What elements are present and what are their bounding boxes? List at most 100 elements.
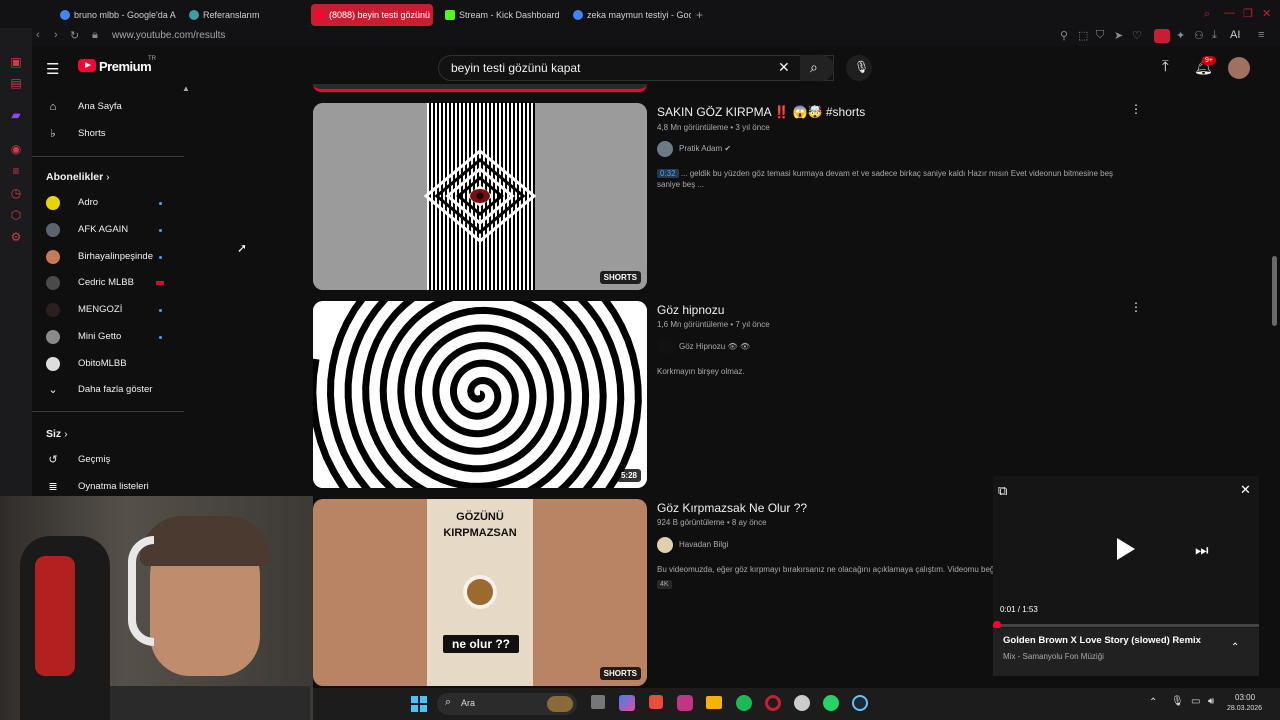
- more-actions-icon[interactable]: ⋮: [1130, 102, 1142, 116]
- player-icon[interactable]: ◉: [9, 142, 23, 156]
- you-section-title[interactable]: Siz ›: [46, 428, 68, 440]
- menu-icon[interactable]: ≡: [1258, 29, 1264, 41]
- next-track-icon[interactable]: ⏭︎: [1195, 542, 1209, 559]
- tray-chevron-icon[interactable]: ⌃: [1149, 697, 1157, 708]
- reload-icon[interactable]: ↻: [70, 29, 79, 42]
- avatar[interactable]: [1228, 57, 1250, 79]
- scroll-up-icon[interactable]: ▲: [182, 84, 190, 93]
- minimize-icon[interactable]: —: [1224, 7, 1235, 19]
- ai-label[interactable]: AI: [1230, 29, 1240, 41]
- pin-icon[interactable]: ⚲: [1060, 29, 1068, 42]
- video-title[interactable]: Göz hipnozu: [657, 303, 724, 317]
- video-thumbnail[interactable]: GÖZÜNÜ KIRPMAZSAN ne olur ?? SHORTS: [313, 499, 647, 686]
- sidebar-item-sub[interactable]: Cedric MLBB: [32, 272, 182, 294]
- opera-taskbar-icon[interactable]: [765, 695, 781, 711]
- file-explorer-icon[interactable]: [706, 696, 722, 709]
- hamburger-icon[interactable]: ☰: [46, 60, 59, 78]
- youtube-logo-icon[interactable]: [78, 59, 96, 72]
- volume-icon[interactable]: 🔊︎: [1208, 696, 1214, 707]
- premium-logo-text[interactable]: Premium: [99, 59, 152, 74]
- whatsapp-icon[interactable]: [823, 695, 839, 711]
- sidebar-item-history[interactable]: ↺ Geçmiş: [32, 449, 182, 471]
- new-tab-plus-icon[interactable]: +: [696, 8, 703, 22]
- url-text[interactable]: www.youtube.com/results: [112, 30, 225, 41]
- box-icon[interactable]: ⬡: [9, 208, 23, 222]
- search-button[interactable]: ⌕: [800, 55, 834, 81]
- snapshot-icon[interactable]: ⬚: [1078, 29, 1088, 42]
- sidebar-item-home[interactable]: ⌂ Ana Sayfa: [32, 96, 182, 118]
- steam-icon[interactable]: [852, 695, 868, 711]
- channel-link[interactable]: Havadan Bilgi: [657, 537, 728, 553]
- spotify-icon[interactable]: [736, 695, 752, 711]
- download-icon[interactable]: ⤓: [1212, 29, 1217, 42]
- windows-start-icon[interactable]: [411, 696, 427, 712]
- clear-search-icon[interactable]: ✕: [778, 59, 790, 76]
- expand-player-icon[interactable]: ⧉: [998, 483, 1007, 499]
- chevron-up-icon[interactable]: ⌃: [1231, 642, 1239, 653]
- forward-icon[interactable]: ›: [54, 29, 58, 41]
- sidebar-item-sub[interactable]: ObitoMLBB: [32, 353, 182, 375]
- show-more-button[interactable]: ⌄ Daha fazla göster: [32, 379, 182, 401]
- track-title[interactable]: Golden Brown X Love Story (slowed) Remix: [1003, 635, 1201, 646]
- history-icon[interactable]: ◷: [9, 186, 23, 200]
- list-icon[interactable]: ≡: [9, 164, 23, 178]
- page-scrollbar[interactable]: [1272, 256, 1277, 326]
- video-title[interactable]: Göz Kırpmazsak Ne Olur ??: [657, 501, 807, 515]
- profile-icon[interactable]: ⚇: [1194, 29, 1204, 42]
- playlist-icon: ≣: [48, 481, 58, 493]
- close-window-icon[interactable]: ✕: [1262, 7, 1271, 20]
- display-tray-icon[interactable]: ▭: [1191, 696, 1200, 707]
- heart-icon[interactable]: ♡: [1132, 29, 1142, 42]
- sidebar-item-playlists[interactable]: ≣ Oynatma listeleri: [32, 476, 182, 498]
- sidebar-item-sub[interactable]: Mini Getto: [32, 326, 182, 348]
- taskbar-search[interactable]: ⌕ Ara: [437, 693, 577, 715]
- store-icon[interactable]: [649, 695, 663, 709]
- clock-date[interactable]: 28.03.2026: [1227, 705, 1262, 712]
- tab-google-search[interactable]: bruno mlbb - Google'da Ar: [56, 4, 176, 26]
- send-icon[interactable]: ➤: [1114, 29, 1123, 42]
- sidebar-item-sub[interactable]: AFK AGAIN: [32, 219, 182, 241]
- mic-tray-icon[interactable]: 🎙︎: [1171, 696, 1184, 707]
- twitch-icon[interactable]: ▰: [9, 108, 23, 122]
- channel-link[interactable]: Pratik Adam ✔: [657, 141, 731, 157]
- tab-kick[interactable]: Stream - Kick Dashboard: [441, 4, 563, 26]
- tab-youtube[interactable]: (8088) beyin testi gözünü: [311, 4, 433, 26]
- channel-link[interactable]: Göz Hipnozu 👁 👁: [657, 339, 750, 355]
- restore-icon[interactable]: ❐: [1243, 7, 1253, 20]
- more-actions-icon[interactable]: ⋮: [1130, 300, 1142, 314]
- sidebar-item-sub[interactable]: Adro: [32, 192, 182, 214]
- copilot-icon[interactable]: [619, 695, 635, 711]
- search-input[interactable]: beyin testi gözünü kapat: [438, 55, 834, 81]
- puzzle-icon[interactable]: ✦: [1176, 29, 1185, 42]
- video-title[interactable]: SAKIN GÖZ KIRPMA ‼️ 😱🤯 #shorts: [657, 105, 865, 119]
- voice-search-button[interactable]: 🎙︎: [846, 55, 872, 81]
- mini-player[interactable]: ⧉ ✕ ⏭︎ 0:01 / 1:53 Golden Brown X Love S…: [993, 476, 1259, 676]
- timestamp-chip[interactable]: 0:32: [657, 169, 679, 178]
- video-thumbnail[interactable]: SHORTS: [313, 103, 647, 290]
- obs-icon[interactable]: [794, 695, 810, 711]
- back-icon[interactable]: ‹: [36, 29, 40, 41]
- messenger-icon[interactable]: ▣: [9, 55, 23, 69]
- subscriptions-title[interactable]: Abonelikler ›: [46, 171, 110, 183]
- new-content-dot: [159, 336, 162, 339]
- shield-icon[interactable]: ⛉: [1096, 29, 1104, 42]
- sidebar-item-sub[interactable]: MENGOZİ: [32, 299, 182, 321]
- create-upload-icon[interactable]: ⤒: [1162, 58, 1169, 75]
- channel-avatar: [46, 276, 60, 290]
- instagram-icon[interactable]: [677, 695, 693, 711]
- tab-google-zeka[interactable]: zeka maymun testiyi - Goo: [569, 4, 691, 26]
- prev-thumbnail-edge[interactable]: [313, 84, 647, 92]
- close-icon[interactable]: ✕: [1240, 482, 1251, 498]
- search-tabs-icon[interactable]: ⌕: [1204, 8, 1210, 21]
- clock-time[interactable]: 03:00: [1235, 693, 1255, 702]
- sidebar-item-sub[interactable]: Birhayalinpeşinde: [32, 246, 182, 268]
- tab-references[interactable]: Referanslarım: [185, 4, 295, 26]
- play-icon[interactable]: [1117, 538, 1135, 560]
- apps-icon[interactable]: ▤: [9, 76, 23, 90]
- extension-icon[interactable]: [1154, 29, 1170, 43]
- video-thumbnail[interactable]: 5:28: [313, 301, 647, 488]
- sidebar-item-shorts[interactable]: ♭ Shorts: [32, 123, 182, 145]
- task-view-icon[interactable]: [591, 695, 605, 709]
- progress-bar[interactable]: [993, 624, 1259, 627]
- settings-icon[interactable]: ⚙: [9, 230, 23, 244]
